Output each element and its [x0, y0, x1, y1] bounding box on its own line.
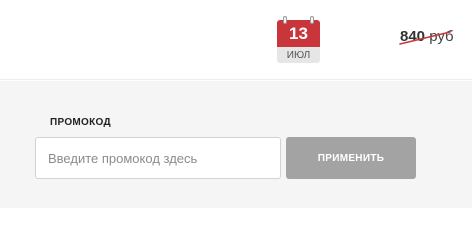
promo-code-label: ПРОМОКОД: [50, 117, 111, 128]
strikethrough-icon: [399, 31, 451, 45]
calendar-ring-icon: [310, 16, 314, 24]
promo-code-input[interactable]: [35, 137, 281, 179]
apply-promo-button[interactable]: ПРИМЕНИТЬ: [286, 137, 416, 179]
calendar-date-badge: 13 ИЮЛ: [277, 16, 320, 63]
calendar-ring-icon: [283, 16, 287, 24]
calendar-day: 13: [277, 20, 320, 47]
order-summary-header: 13 ИЮЛ 840 руб: [0, 0, 472, 80]
calendar-month: ИЮЛ: [277, 47, 320, 63]
old-price: 840 руб: [399, 27, 454, 47]
